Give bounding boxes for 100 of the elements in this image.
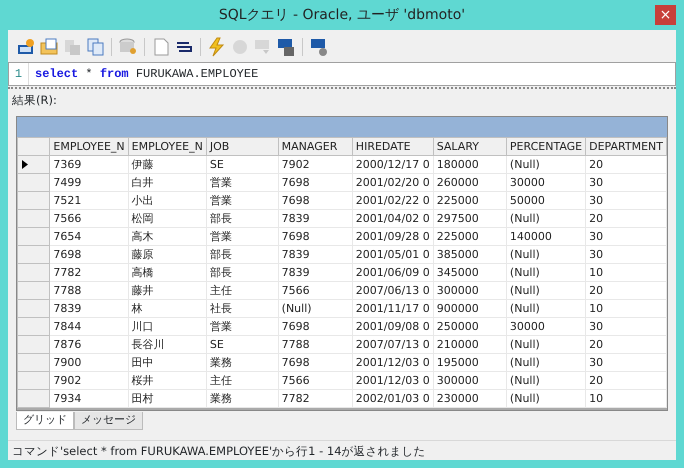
column-header[interactable]: JOB xyxy=(206,138,278,156)
column-header[interactable]: PERCENTAGE xyxy=(506,138,586,156)
sql-gear-button[interactable] xyxy=(309,37,329,57)
table-cell: 田中 xyxy=(128,354,206,372)
column-header[interactable]: EMPLOYEE_N xyxy=(50,138,128,156)
table-cell: 藤原 xyxy=(128,246,206,264)
table-cell: 川口 xyxy=(128,318,206,336)
table-cell: 250000 xyxy=(433,318,506,336)
table-cell: 7698 xyxy=(278,354,352,372)
table-cell: 385000 xyxy=(433,246,506,264)
table-cell: 営業 xyxy=(206,228,278,246)
table-cell: 20 xyxy=(586,336,666,354)
copy-button[interactable] xyxy=(85,37,105,57)
table-cell: 松岡 xyxy=(128,210,206,228)
table-cell: 300000 xyxy=(433,372,506,390)
table-cell: 10 xyxy=(586,300,666,318)
table-cell: 10 xyxy=(586,390,666,408)
table-cell: (Null) xyxy=(506,354,586,372)
table-cell: 7788 xyxy=(50,282,128,300)
column-header[interactable]: HIREDATE xyxy=(352,138,434,156)
database-key-button[interactable] xyxy=(118,37,138,57)
table-cell: 2001/09/08 0 xyxy=(352,318,434,336)
table-cell: (Null) xyxy=(506,372,586,390)
table-cell: 260000 xyxy=(433,174,506,192)
table-cell: 30 xyxy=(586,228,666,246)
table-cell: (Null) xyxy=(506,210,586,228)
sql-new-button[interactable] xyxy=(16,37,36,57)
table-cell: 7782 xyxy=(50,264,128,282)
table-cell: 2001/04/02 0 xyxy=(352,210,434,228)
table-cell: 50000 xyxy=(506,192,586,210)
table-cell: 30 xyxy=(586,192,666,210)
table-cell: 高橋 xyxy=(128,264,206,282)
table-cell: 主任 xyxy=(206,372,278,390)
table-cell: 2001/06/09 0 xyxy=(352,264,434,282)
table-cell: 300000 xyxy=(433,282,506,300)
table-cell: 2000/12/17 0 xyxy=(352,156,434,174)
table-cell: 田村 xyxy=(128,390,206,408)
table-cell: 20 xyxy=(586,282,666,300)
table-cell: 2001/12/03 0 xyxy=(352,354,434,372)
table-cell: 30 xyxy=(586,246,666,264)
table-cell: 7521 xyxy=(50,192,128,210)
table-cell: 白井 xyxy=(128,174,206,192)
line-number: 1 xyxy=(9,63,29,85)
tab[interactable]: グリッド xyxy=(16,412,74,430)
table-cell: 345000 xyxy=(433,264,506,282)
table-cell: 7698 xyxy=(278,192,352,210)
table-cell: 2007/06/13 0 xyxy=(352,282,434,300)
table-cell: 20 xyxy=(586,210,666,228)
table-cell: 2001/09/28 0 xyxy=(352,228,434,246)
lightning-button[interactable] xyxy=(207,37,227,57)
table-cell: 210000 xyxy=(433,336,506,354)
table-cell: 部長 xyxy=(206,264,278,282)
column-header[interactable]: SALARY xyxy=(433,138,506,156)
table-cell: 部長 xyxy=(206,210,278,228)
table-cell: 7698 xyxy=(278,228,352,246)
table-cell: 営業 xyxy=(206,318,278,336)
table-cell: 部長 xyxy=(206,246,278,264)
column-header[interactable]: EMPLOYEE_N xyxy=(128,138,206,156)
table-cell: 7839 xyxy=(278,210,352,228)
table-cell: (Null) xyxy=(506,300,586,318)
table-cell: 7698 xyxy=(50,246,128,264)
current-row-icon xyxy=(22,160,28,169)
table-cell: 主任 xyxy=(206,282,278,300)
table-cell: 2002/01/03 0 xyxy=(352,390,434,408)
table-cell: 7499 xyxy=(50,174,128,192)
table-cell: 225000 xyxy=(433,228,506,246)
table-cell: 2001/11/17 0 xyxy=(352,300,434,318)
table-cell: (Null) xyxy=(506,264,586,282)
table-cell: 7566 xyxy=(278,372,352,390)
sql-text[interactable]: select * from FURUKAWA.EMPLOYEE xyxy=(29,65,258,83)
table-cell: 小出 xyxy=(128,192,206,210)
column-header[interactable]: DEPARTMENT xyxy=(586,138,666,156)
table-cell: 高木 xyxy=(128,228,206,246)
folder-button[interactable] xyxy=(39,37,59,57)
sql-save-button[interactable] xyxy=(276,37,296,57)
table-cell: SE xyxy=(206,156,278,174)
table-cell: 7654 xyxy=(50,228,128,246)
table-cell: 営業 xyxy=(206,174,278,192)
table-cell: 2007/07/13 0 xyxy=(352,336,434,354)
table-cell: 2001/05/01 0 xyxy=(352,246,434,264)
column-header[interactable]: MANAGER xyxy=(278,138,352,156)
table-cell: 30 xyxy=(586,174,666,192)
table-cell: 140000 xyxy=(506,228,586,246)
close-button[interactable]: × xyxy=(655,5,676,25)
table-cell: 7698 xyxy=(278,174,352,192)
table-cell: 7839 xyxy=(278,264,352,282)
tab[interactable]: メッセージ xyxy=(74,412,143,430)
table-cell: 7876 xyxy=(50,336,128,354)
table-cell: 900000 xyxy=(433,300,506,318)
table-cell: (Null) xyxy=(506,336,586,354)
table-cell: 225000 xyxy=(433,192,506,210)
table-cell: 藤井 xyxy=(128,282,206,300)
window-title: SQLクエリ - Oracle, ユーザ 'dbmoto' xyxy=(218,6,466,24)
table-cell: (Null) xyxy=(506,156,586,174)
status-text: コマンド'select * from FURUKAWA.EMPLOYEE'から行1 - 14が返されました xyxy=(12,444,426,458)
row-header[interactable] xyxy=(18,156,50,174)
table-cell: 180000 xyxy=(433,156,506,174)
table-cell: 20 xyxy=(586,372,666,390)
table-cell: 2001/02/22 0 xyxy=(352,192,434,210)
table-cell: 7782 xyxy=(278,390,352,408)
